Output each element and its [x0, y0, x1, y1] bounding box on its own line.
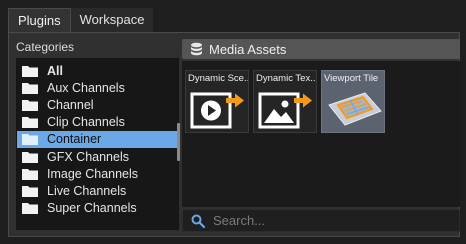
- image-arrow-icon: [257, 85, 315, 131]
- tab-workspace[interactable]: Workspace: [70, 8, 154, 32]
- search-icon: [191, 214, 205, 228]
- database-icon: [191, 42, 202, 55]
- category-item[interactable]: All: [17, 62, 178, 79]
- category-label: Clip Channels: [47, 115, 125, 130]
- category-item[interactable]: Clip Channels: [17, 114, 178, 131]
- category-label: Image Channels: [47, 166, 139, 181]
- plugins-panel: Categories All Aux Channels Channel Clip Ch…: [8, 32, 460, 237]
- folder-icon: [22, 99, 38, 111]
- categories-pane: Categories All Aux Channels Channel Clip Ch…: [10, 33, 181, 237]
- search-input[interactable]: [213, 213, 443, 228]
- folder-icon: [22, 202, 38, 215]
- categories-tree[interactable]: All Aux Channels Channel Clip Channels Conta…: [16, 58, 179, 230]
- category-label: Live Channels: [47, 183, 127, 198]
- asset-label: Dynamic Sce...: [188, 73, 248, 84]
- category-item[interactable]: Aux Channels: [17, 79, 178, 96]
- folder-icon: [22, 65, 38, 77]
- category-label: Container: [47, 132, 102, 147]
- category-item[interactable]: Channel: [17, 96, 178, 113]
- media-assets-title: Media Assets: [209, 41, 287, 57]
- categories-scrollbar[interactable]: [177, 123, 180, 161]
- category-item[interactable]: Super Channels: [17, 200, 178, 217]
- folder-icon: [22, 133, 38, 146]
- category-label: Super Channels: [47, 201, 137, 216]
- viewport-tile-icon: [325, 85, 383, 131]
- assets-pane: Media Assets Dynamic Sce... Dynamic Tex.…: [182, 33, 460, 237]
- asset-label: Dynamic Tex...: [256, 73, 316, 84]
- folder-icon: [22, 168, 38, 180]
- category-item[interactable]: GFX Channels: [17, 148, 178, 165]
- category-item[interactable]: Container: [17, 130, 178, 148]
- asset-tile-viewport-tile[interactable]: Viewport Tile: [321, 70, 385, 133]
- category-label: All: [47, 63, 63, 78]
- asset-tile-dynamic-texture[interactable]: Dynamic Tex...: [253, 70, 317, 133]
- folder-icon: [22, 116, 38, 129]
- categories-title: Categories: [16, 40, 75, 54]
- search-bar[interactable]: [182, 209, 460, 232]
- media-assets-header[interactable]: Media Assets: [182, 39, 460, 59]
- asset-label: Viewport Tile: [324, 73, 379, 84]
- category-item[interactable]: Live Channels: [17, 182, 178, 199]
- play-arrow-icon: [189, 85, 247, 131]
- category-item[interactable]: Image Channels: [17, 165, 178, 182]
- category-label: GFX Channels: [47, 149, 129, 164]
- folder-icon: [22, 82, 38, 94]
- folder-icon: [22, 151, 38, 163]
- top-tab-bar: Plugins Workspace: [8, 8, 154, 32]
- folder-icon: [22, 185, 38, 197]
- category-label: Channel: [47, 97, 94, 112]
- assets-grid: Dynamic Sce... Dynamic Tex... Viewport T…: [182, 61, 460, 207]
- tab-plugins[interactable]: Plugins: [8, 8, 71, 32]
- asset-tile-dynamic-scene[interactable]: Dynamic Sce...: [185, 70, 249, 133]
- category-label: Aux Channels: [47, 80, 125, 95]
